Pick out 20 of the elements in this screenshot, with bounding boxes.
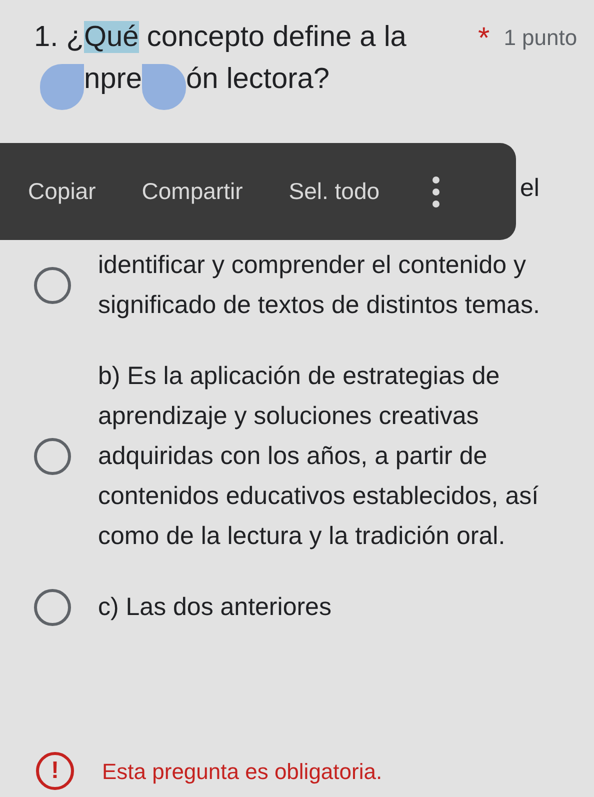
menu-item[interactable]: Sel. todo	[288, 166, 380, 217]
question-text-fragment: ón lectora?	[186, 62, 330, 97]
option-text-fragment: el	[520, 173, 540, 204]
option-text: identificar y comprender el contenido y significado de textos de distintos temas.	[98, 250, 541, 321]
points-label: 1 punto	[504, 24, 578, 52]
menu-item[interactable]: Compartir	[142, 166, 243, 217]
option-text: b) Es la aplicación de estrategias de aprendizaje y soluciones creativas adquiridas con los años, a partir de contenidos educativos establecidos, así como de la lectura y la tradición oral.	[98, 361, 540, 552]
error-message: Esta pregunta es obligatoria.	[102, 758, 382, 786]
option-text: c) Las dos anteriores	[98, 592, 332, 623]
required-asterisk: *	[478, 24, 490, 54]
error-icon: !	[36, 752, 74, 790]
question-text: 1. ¿Qué concepto define a la	[34, 20, 408, 55]
menu-item[interactable]: Copiar	[28, 166, 96, 217]
radio-button[interactable]	[34, 438, 71, 474]
more-icon[interactable]	[432, 176, 440, 208]
radio-button[interactable]	[34, 266, 71, 304]
selection-handle[interactable]	[142, 64, 186, 110]
selection-handle[interactable]	[40, 64, 84, 110]
question-text-fragment: npre	[84, 62, 142, 97]
radio-button[interactable]	[34, 588, 71, 626]
